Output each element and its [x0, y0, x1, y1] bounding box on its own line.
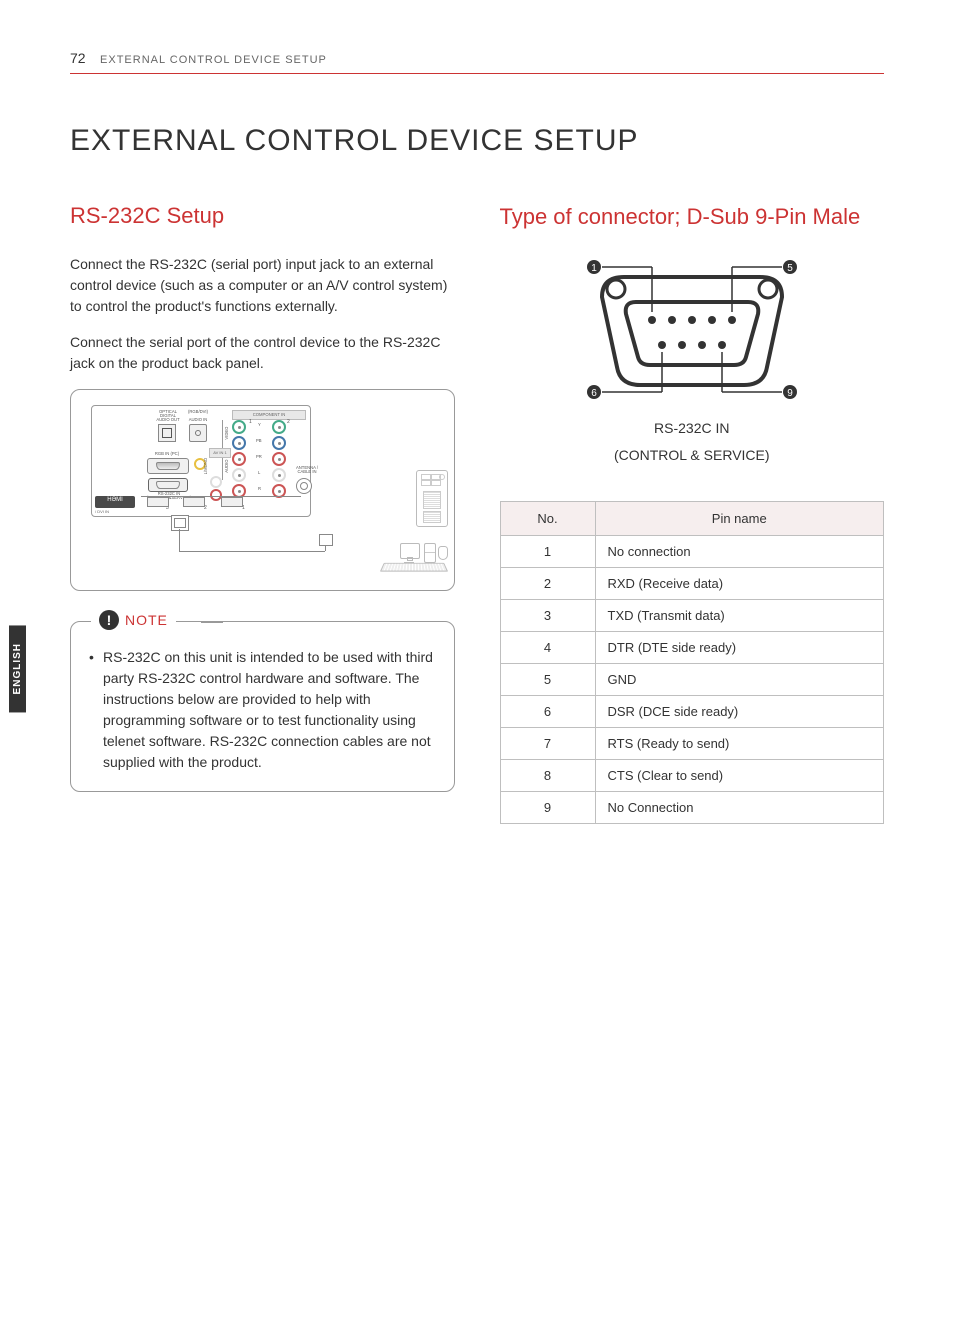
table-row: 3TXD (Transmit data) [500, 599, 884, 631]
setup-paragraph-1: Connect the RS-232C (serial port) input … [70, 254, 455, 317]
table-row: 5GND [500, 663, 884, 695]
breadcrumb: EXTERNAL CONTROL DEVICE SETUP [100, 54, 327, 66]
pc-monitor-keyboard [364, 540, 454, 572]
label-av-mono: L/MONO [204, 456, 208, 476]
cell-no: 5 [500, 663, 595, 695]
cell-no: 2 [500, 567, 595, 599]
table-row: 8CTS (Clear to send) [500, 759, 884, 791]
label-pb: PB [256, 439, 262, 443]
hdmi-tag: HƏMI [95, 496, 135, 508]
pc-tower [416, 470, 448, 527]
component-pb-2 [272, 436, 286, 450]
serial-plug [171, 515, 189, 531]
note-label: ! NOTE [91, 610, 176, 630]
cell-no: 1 [500, 535, 595, 567]
label-rgb-audio: (RGB/DVI) [187, 410, 209, 414]
col-1: 1 [249, 419, 252, 425]
av-l [210, 476, 222, 488]
th-pin: Pin name [595, 501, 884, 535]
table-row: 9No Connection [500, 791, 884, 823]
left-column: RS-232C Setup Connect the RS-232C (seria… [70, 203, 455, 824]
table-row: 1No connection [500, 535, 884, 567]
svg-text:9: 9 [787, 388, 793, 399]
cell-pin-name: RXD (Receive data) [595, 567, 884, 599]
component-l-1 [232, 468, 246, 482]
label-r: R [258, 487, 261, 491]
note-box: ! NOTE RS-232C on this unit is intended … [70, 621, 455, 792]
right-column: Type of connector; D-Sub 9-Pin Male [500, 203, 885, 824]
component-y-1 [232, 420, 246, 434]
section-title-connector: Type of connector; D-Sub 9-Pin Male [500, 203, 885, 232]
connector-caption-2: (CONTROL & SERVICE) [500, 445, 885, 466]
component-l-2 [272, 468, 286, 482]
label-y: Y [258, 423, 261, 427]
component-pr-2 [272, 452, 286, 466]
label-pr: PR [256, 455, 262, 459]
component-y-2 [272, 420, 286, 434]
label-antenna: ANTENNA / CABLE IN [292, 466, 322, 474]
note-icon: ! [99, 610, 119, 630]
setup-paragraph-2: Connect the serial port of the control d… [70, 332, 455, 374]
cell-no: 9 [500, 791, 595, 823]
audio-in-port [189, 424, 207, 442]
rs232-port [148, 478, 188, 492]
label-av-in: AV IN 1 [209, 448, 231, 458]
table-row: 7RTS (Ready to send) [500, 727, 884, 759]
page-header: 72 EXTERNAL CONTROL DEVICE SETUP [70, 50, 884, 74]
table-row: 6DSR (DCE side ready) [500, 695, 884, 727]
page-number: 72 [70, 50, 86, 66]
connector-diagram: 1 5 6 9 RS-232C IN (CONTROL & SERVICE) [500, 257, 885, 466]
note-body: RS-232C on this unit is intended to be u… [89, 647, 436, 773]
serial-plug-pc [319, 534, 333, 546]
cell-pin-name: No connection [595, 535, 884, 567]
language-tab: ENGLISH [9, 625, 26, 712]
rgb-port [147, 458, 189, 474]
antenna-port [296, 478, 312, 494]
cell-pin-name: TXD (Transmit data) [595, 599, 884, 631]
page-title: EXTERNAL CONTROL DEVICE SETUP [70, 124, 884, 158]
rear-panel-diagram: OPTICAL DIGITAL AUDIO OUT (RGB/DVI) AUDI… [70, 389, 455, 591]
cable-horiz [179, 551, 325, 552]
note-label-text: NOTE [125, 612, 168, 628]
label-component-in: COMPONENT IN [232, 410, 306, 420]
cell-pin-name: DTR (DTE side ready) [595, 631, 884, 663]
cell-no: 7 [500, 727, 595, 759]
dsub9-svg: 1 5 6 9 [562, 257, 822, 407]
svg-text:6: 6 [591, 388, 597, 399]
label-rgb-in: RGB IN (PC) [152, 452, 182, 456]
cell-no: 3 [500, 599, 595, 631]
cell-pin-name: No Connection [595, 791, 884, 823]
label-video: VIDEO [225, 418, 229, 448]
component-pb-1 [232, 436, 246, 450]
table-row: 4DTR (DTE side ready) [500, 631, 884, 663]
section-title-setup: RS-232C Setup [70, 203, 455, 229]
label-audio-in: AUDIO IN [187, 418, 209, 422]
component-pr-1 [232, 452, 246, 466]
cell-no: 8 [500, 759, 595, 791]
th-no: No. [500, 501, 595, 535]
cell-pin-name: RTS (Ready to send) [595, 727, 884, 759]
table-row: 2RXD (Receive data) [500, 567, 884, 599]
cell-no: 4 [500, 631, 595, 663]
optical-port [158, 424, 176, 442]
hdmi-sub: / DVI IN [95, 509, 109, 514]
cell-pin-name: DSR (DCE side ready) [595, 695, 884, 727]
cable-vert-1 [179, 529, 180, 551]
cell-no: 6 [500, 695, 595, 727]
svg-text:1: 1 [591, 263, 597, 274]
label-audio-out: AUDIO OUT [154, 418, 182, 422]
svg-text:5: 5 [787, 263, 793, 274]
cell-pin-name: CTS (Clear to send) [595, 759, 884, 791]
pin-table: No. Pin name 1No connection2RXD (Receive… [500, 501, 885, 824]
connector-caption-1: RS-232C IN [500, 418, 885, 439]
col-2: 2 [287, 419, 290, 425]
note-line-ext [201, 622, 223, 623]
hdmi-slots [141, 496, 301, 511]
cell-pin-name: GND [595, 663, 884, 695]
label-l: L [258, 471, 260, 475]
